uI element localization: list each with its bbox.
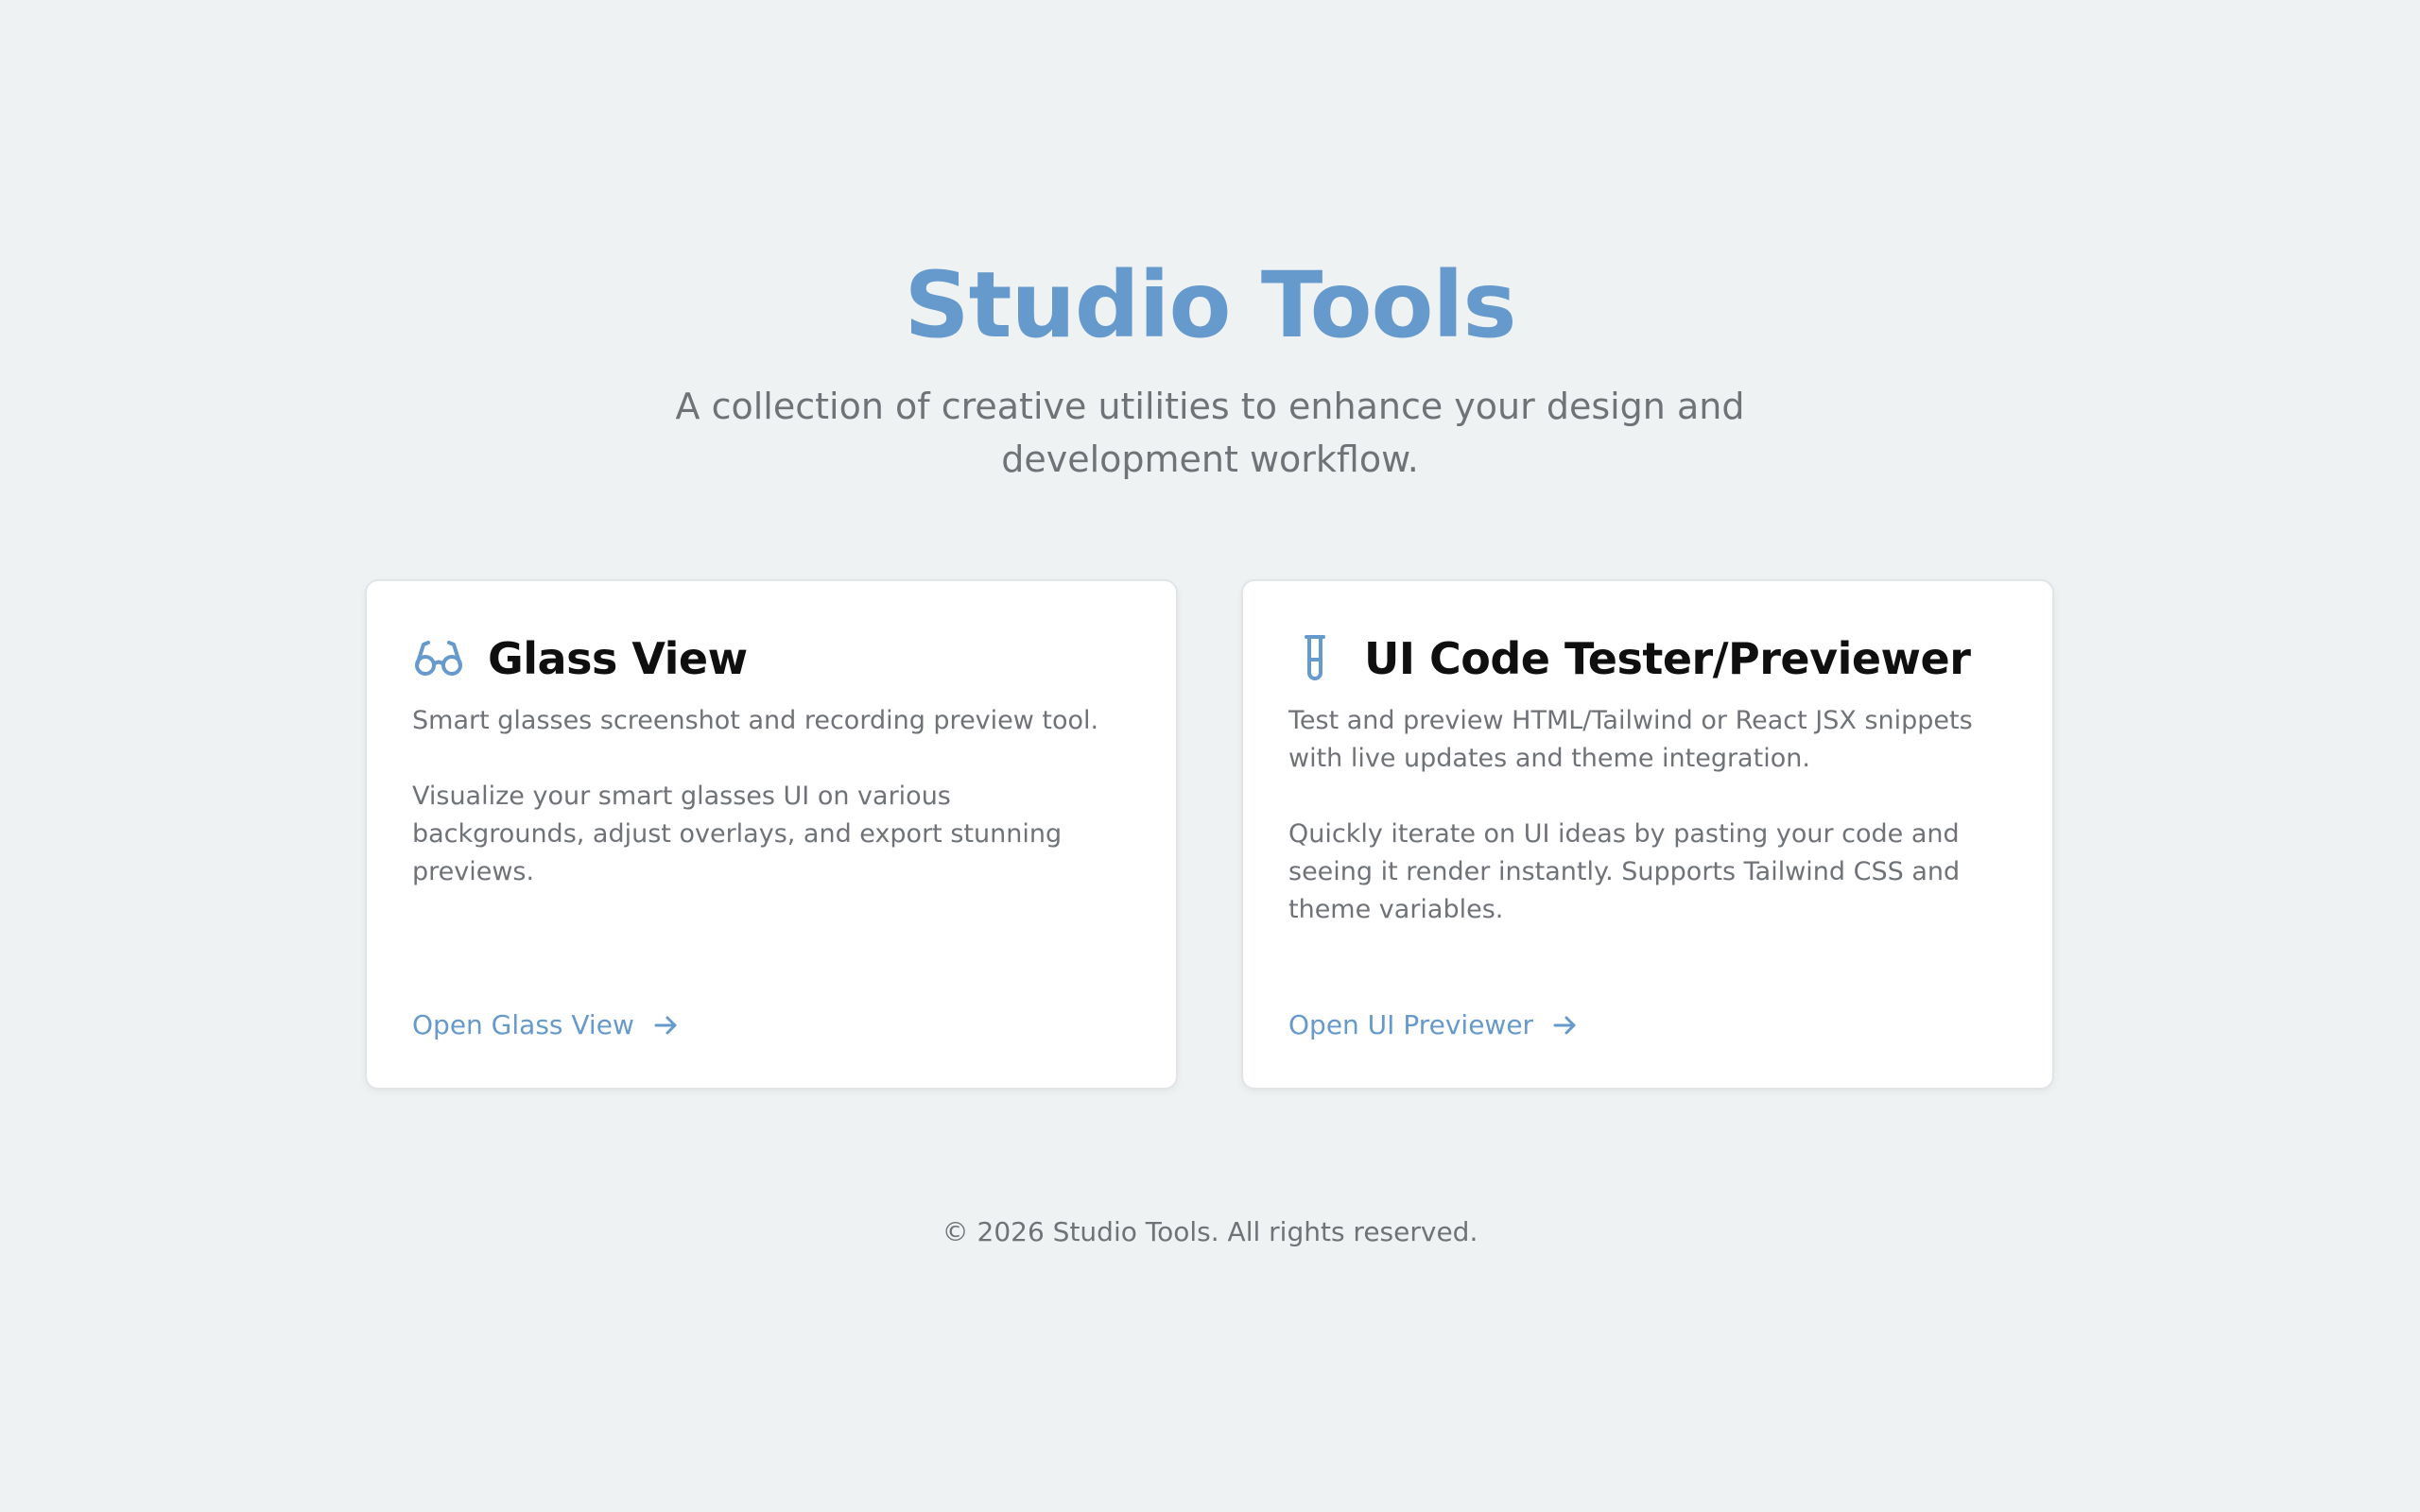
card-description: Test and preview HTML/Tailwind or React …	[1288, 706, 1973, 773]
card-title: Glass View	[488, 633, 748, 684]
card-detail: Quickly iterate on UI ideas by pasting y…	[1288, 819, 1961, 924]
copyright-text: © 2026 Studio Tools. All rights reserved…	[942, 1216, 1478, 1247]
card-header: Glass View	[412, 627, 1131, 691]
card-detail: Visualize your smart glasses UI on vario…	[412, 782, 1063, 886]
open-ui-previewer-link[interactable]: Open UI Previewer	[1288, 1006, 1579, 1044]
arrow-right-icon	[1550, 1011, 1579, 1040]
arrow-right-icon	[651, 1011, 680, 1040]
link-label: Open UI Previewer	[1288, 1009, 1534, 1040]
page-title: Studio Tools	[904, 252, 1516, 358]
tool-card-ui-previewer: UI Code Tester/Previewer Test and previe…	[1241, 579, 2054, 1090]
footer: © 2026 Studio Tools. All rights reserved…	[0, 1213, 2420, 1251]
card-title: UI Code Tester/Previewer	[1364, 633, 1971, 684]
page-subtitle: A collection of creative utilities to en…	[675, 386, 1745, 480]
link-label: Open Glass View	[412, 1009, 634, 1040]
card-description: Smart glasses screenshot and recording p…	[412, 706, 1099, 735]
open-glass-view-link[interactable]: Open Glass View	[412, 1006, 680, 1044]
test-tube-icon	[1288, 632, 1341, 685]
card-header: UI Code Tester/Previewer	[1288, 627, 2007, 691]
page-header: Studio Tools A collection of creative ut…	[0, 244, 2420, 486]
tool-card-glass-view: Glass View Smart glasses screenshot and …	[365, 579, 1178, 1090]
glasses-icon	[412, 632, 465, 685]
